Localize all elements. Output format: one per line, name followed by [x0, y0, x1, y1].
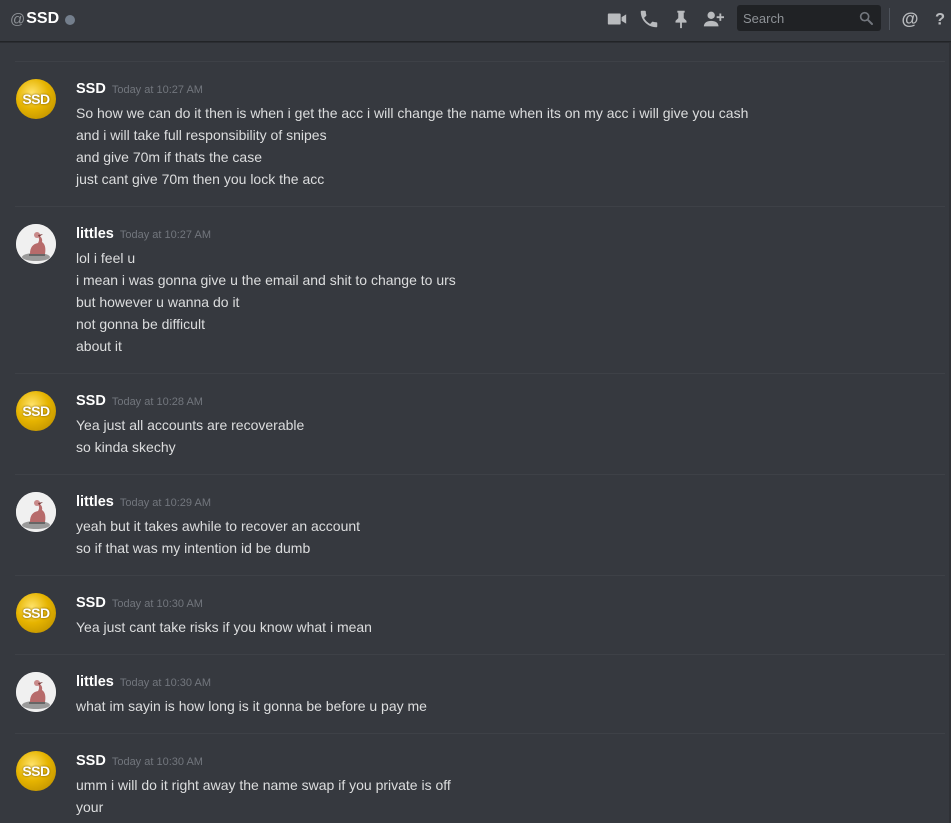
message-header: littles Today at 10:29 AM	[76, 494, 211, 510]
avatar[interactable]	[16, 492, 56, 532]
message-header: SSD Today at 10:27 AM	[76, 81, 203, 97]
at-icon: @	[10, 10, 26, 28]
message-header: littles Today at 10:27 AM	[76, 226, 211, 242]
username[interactable]: littles	[76, 494, 114, 510]
message-list[interactable]: SSD SSD Today at 10:27 AM So how we can …	[0, 43, 951, 823]
username[interactable]: littles	[76, 226, 114, 242]
username[interactable]: SSD	[76, 81, 106, 97]
voice-call-icon[interactable]	[638, 8, 660, 30]
message-line: so kinda skechy	[76, 439, 176, 455]
bird-avatar-icon	[16, 224, 56, 264]
username[interactable]: SSD	[76, 753, 106, 769]
message-content: yeah but it takes awhile to recover an a…	[76, 515, 360, 559]
bird-avatar-icon	[16, 672, 56, 712]
message-group: SSD SSD Today at 10:30 AM Yea just cant …	[15, 575, 945, 655]
message-group: SSD SSD Today at 10:28 AM Yea just all a…	[15, 373, 945, 475]
timestamp: Today at 10:30 AM	[111, 756, 203, 768]
avatar-text: SSD	[22, 403, 50, 419]
message-line: about it	[76, 338, 122, 354]
channel-header: @ SSD @ ?	[0, 0, 951, 42]
message-content: what im sayin is how long is it gonna be…	[76, 695, 427, 717]
message-line: i mean i was gonna give u the email and …	[76, 272, 456, 288]
pin-icon[interactable]	[670, 8, 692, 30]
avatar[interactable]	[16, 672, 56, 712]
avatar-text: SSD	[22, 605, 50, 621]
add-friend-icon[interactable]	[702, 8, 724, 30]
message-line: but however u wanna do it	[76, 294, 240, 310]
timestamp: Today at 10:27 AM	[111, 84, 203, 96]
message-header: littles Today at 10:30 AM	[76, 674, 211, 690]
timestamp: Today at 10:29 AM	[119, 497, 211, 509]
message-line: and i will take full responsibility of s…	[76, 127, 327, 143]
status-offline-icon	[65, 15, 76, 25]
message-group: littles Today at 10:29 AM yeah but it ta…	[15, 474, 945, 576]
message-line: not gonna be difficult	[76, 316, 205, 332]
timestamp: Today at 10:27 AM	[119, 229, 211, 241]
message-line: so if that was my intention id be dumb	[76, 540, 311, 556]
message-content: So how we can do it then is when i get t…	[76, 102, 748, 190]
message-line: yeah but it takes awhile to recover an a…	[76, 518, 361, 534]
avatar[interactable]: SSD	[16, 751, 56, 791]
timestamp: Today at 10:30 AM	[111, 598, 203, 610]
timestamp: Today at 10:30 AM	[119, 677, 211, 689]
svg-text:@: @	[902, 9, 919, 29]
search-box[interactable]	[737, 5, 881, 31]
message-line: Yea just all accounts are recoverable	[76, 417, 305, 433]
avatar[interactable]: SSD	[16, 391, 56, 431]
message-line: Yea just cant take risks if you know wha…	[76, 619, 372, 635]
message-header: SSD Today at 10:28 AM	[76, 393, 203, 409]
message-group: SSD SSD Today at 10:27 AM So how we can …	[15, 61, 945, 208]
message-group: SSD SSD Today at 10:30 AM umm i will do …	[15, 733, 945, 823]
message-line: your	[76, 799, 104, 815]
message-content: umm i will do it right away the name swa…	[76, 774, 451, 818]
username[interactable]: SSD	[76, 393, 106, 409]
channel-name[interactable]: SSD	[26, 10, 59, 28]
message-content: Yea just cant take risks if you know wha…	[76, 616, 372, 638]
dm-title: @ SSD	[10, 10, 76, 28]
avatar[interactable]: SSD	[16, 593, 56, 633]
avatar[interactable]: SSD	[16, 79, 56, 119]
message-line: what im sayin is how long is it gonna be…	[76, 698, 427, 714]
username[interactable]: SSD	[76, 595, 106, 611]
search-input[interactable]	[737, 5, 857, 31]
message-header: SSD Today at 10:30 AM	[76, 595, 203, 611]
avatar[interactable]	[16, 224, 56, 264]
message-content: Yea just all accounts are recoverable so…	[76, 414, 304, 458]
bird-avatar-icon	[16, 492, 56, 532]
mention-icon[interactable]: @	[899, 8, 921, 30]
header-divider	[889, 8, 890, 30]
search-icon	[859, 11, 873, 25]
message-line: So how we can do it then is when i get t…	[76, 105, 749, 121]
message-line: lol i feel u	[76, 250, 136, 266]
svg-text:?: ?	[935, 11, 945, 29]
message-header: SSD Today at 10:30 AM	[76, 753, 203, 769]
message-group: littles Today at 10:27 AM lol i feel u i…	[15, 206, 945, 374]
message-content: lol i feel u i mean i was gonna give u t…	[76, 247, 456, 357]
message-group: littles Today at 10:30 AM what im sayin …	[15, 654, 945, 734]
help-icon[interactable]: ?	[929, 8, 951, 30]
avatar-text: SSD	[22, 91, 50, 107]
timestamp: Today at 10:28 AM	[111, 396, 203, 408]
video-call-icon[interactable]	[606, 8, 628, 30]
message-line: just cant give 70m then you lock the acc	[76, 171, 325, 187]
avatar-text: SSD	[22, 763, 50, 779]
message-line: and give 70m if thats the case	[76, 149, 262, 165]
message-line: umm i will do it right away the name swa…	[76, 777, 451, 793]
username[interactable]: littles	[76, 674, 114, 690]
